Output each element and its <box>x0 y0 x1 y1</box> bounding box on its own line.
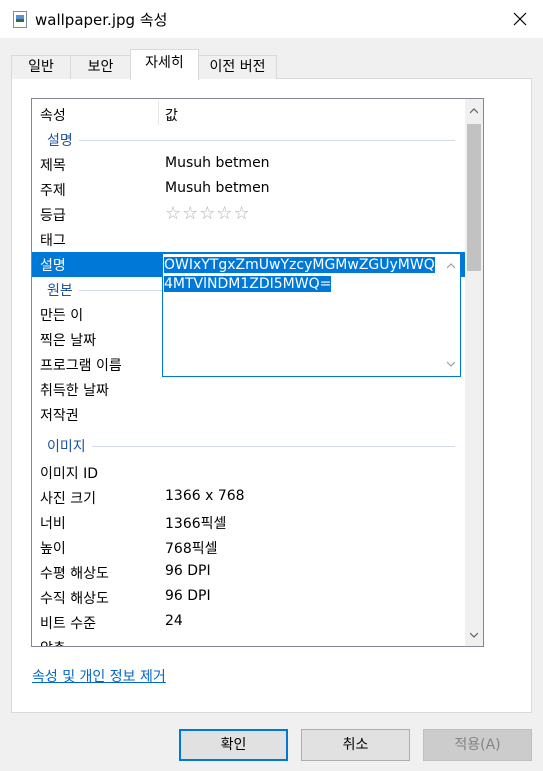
row-compression[interactable]: 압축 <box>32 635 465 646</box>
title-bar: wallpaper.jpg 속성 <box>0 0 543 38</box>
row-height[interactable]: 높이 768픽셀 <box>32 535 465 560</box>
property-value: Musuh betmen <box>165 155 270 171</box>
property-value: Musuh betmen <box>165 180 270 196</box>
property-value: 768픽셀 <box>165 541 218 557</box>
scroll-thumb[interactable] <box>467 124 481 271</box>
row-dimensions[interactable]: 사진 크기 1366 x 768 <box>32 485 465 510</box>
property-name: 압축 <box>40 638 66 646</box>
tab-details[interactable]: 자세히 <box>130 49 199 80</box>
property-name: 수평 해상도 <box>40 566 109 582</box>
property-name: 사진 크기 <box>40 491 96 507</box>
edit-scrollbar[interactable] <box>442 254 460 376</box>
column-header-property[interactable]: 속성 <box>40 105 66 125</box>
column-divider[interactable] <box>158 101 159 125</box>
list-header: 속성 값 <box>32 99 465 127</box>
property-name: 제목 <box>40 158 66 174</box>
property-name: 태그 <box>40 233 66 249</box>
edit-scroll-up-icon[interactable] <box>447 262 455 270</box>
property-name: 너비 <box>40 516 66 532</box>
property-name: 비트 수준 <box>40 616 96 632</box>
property-name: 만든 이 <box>40 308 84 324</box>
row-date-acquired[interactable]: 취득한 날짜 <box>32 377 465 402</box>
property-name: 높이 <box>40 541 66 557</box>
group-divider <box>47 446 455 447</box>
rating-stars[interactable]: ☆☆☆☆☆ <box>165 203 251 224</box>
close-button[interactable] <box>497 0 543 38</box>
group-label: 이미지 <box>47 436 92 456</box>
property-name: 찍은 날짜 <box>40 333 96 349</box>
apply-button[interactable]: 적용(A) <box>423 729 532 761</box>
scroll-up-arrow-icon[interactable] <box>470 107 478 115</box>
row-width[interactable]: 너비 1366픽셀 <box>32 510 465 535</box>
property-value: 1366 x 768 <box>165 488 245 504</box>
properties-dialog: wallpaper.jpg 속성 일반 보안 자세히 이전 버전 속성 값 설명 <box>0 0 543 771</box>
group-header-image[interactable]: 이미지 <box>32 433 465 458</box>
group-label: 원본 <box>47 280 79 300</box>
ok-button[interactable]: 확인 <box>179 729 288 761</box>
group-header-description[interactable]: 설명 <box>32 127 465 152</box>
row-vertical-resolution[interactable]: 수직 해상도 96 DPI <box>32 585 465 610</box>
comment-selected-text: OWIxYTgxZmUwYzcyMGMwZGUyMWQ4MTVlNDM1ZDI5… <box>164 257 435 292</box>
property-value: 96 DPI <box>165 563 211 579</box>
row-subject[interactable]: 주제 Musuh betmen <box>32 177 465 202</box>
property-name: 주제 <box>40 183 66 199</box>
property-value: 1366픽셀 <box>165 516 227 532</box>
property-name: 프로그램 이름 <box>40 358 122 374</box>
property-value: 24 <box>165 613 183 629</box>
property-name: 설명 <box>40 258 66 274</box>
row-title[interactable]: 제목 Musuh betmen <box>32 152 465 177</box>
list-scrollbar[interactable] <box>465 99 483 646</box>
tab-general[interactable]: 일반 <box>11 55 71 79</box>
row-image-id[interactable]: 이미지 ID <box>32 460 465 485</box>
property-name: 저작권 <box>40 408 79 424</box>
image-file-icon <box>13 11 27 28</box>
edit-scroll-down-icon[interactable] <box>447 360 455 368</box>
comment-edit-text: OWIxYTgxZmUwYzcyMGMwZGUyMWQ4MTVlNDM1ZDI5… <box>164 256 439 294</box>
row-horizontal-resolution[interactable]: 수평 해상도 96 DPI <box>32 560 465 585</box>
column-header-value[interactable]: 값 <box>165 105 178 125</box>
property-name: 수직 해상도 <box>40 591 109 607</box>
property-name: 등급 <box>40 208 66 224</box>
property-name: 취득한 날짜 <box>40 383 109 399</box>
close-icon <box>513 12 527 26</box>
row-copyright[interactable]: 저작권 <box>32 402 465 427</box>
window-title: wallpaper.jpg 속성 <box>35 11 168 29</box>
property-value: 96 DPI <box>165 588 211 604</box>
row-rating[interactable]: 등급 ☆☆☆☆☆ <box>32 202 465 227</box>
property-name: 이미지 ID <box>40 466 98 482</box>
tab-security[interactable]: 보안 <box>70 55 131 79</box>
row-tags[interactable]: 태그 <box>32 227 465 252</box>
row-bit-depth[interactable]: 비트 수준 24 <box>32 610 465 635</box>
tab-previous-versions[interactable]: 이전 버전 <box>198 55 277 79</box>
group-label: 설명 <box>47 130 79 150</box>
remove-properties-link[interactable]: 속성 및 개인 정보 제거 <box>32 666 166 686</box>
scroll-down-arrow-icon[interactable] <box>470 631 478 639</box>
comment-edit-field[interactable]: OWIxYTgxZmUwYzcyMGMwZGUyMWQ4MTVlNDM1ZDI5… <box>162 253 461 377</box>
group-divider <box>47 140 455 141</box>
cancel-button[interactable]: 취소 <box>301 729 410 761</box>
